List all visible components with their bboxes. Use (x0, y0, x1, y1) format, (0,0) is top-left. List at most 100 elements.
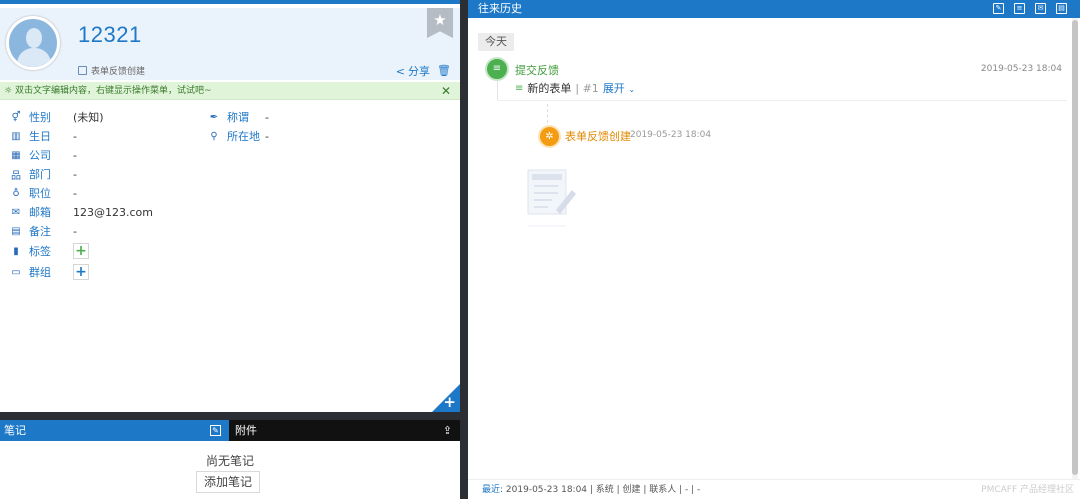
field-label: 部门 (29, 168, 51, 181)
field-gender[interactable]: ⚥ 性别 (未知) (0, 108, 104, 126)
field-label: 备注 (29, 225, 51, 238)
create-icon: ✲ (538, 125, 561, 148)
field-value[interactable]: - (73, 130, 77, 143)
field-department[interactable]: 品 部门 - (0, 165, 77, 183)
field-label: 群组 (29, 266, 51, 279)
event-title[interactable]: 提交反馈 (515, 62, 559, 78)
field-remark[interactable]: ▤ 备注 - (0, 222, 77, 240)
today-tag: 今天 (478, 33, 514, 51)
edit-icon[interactable]: ✎ (210, 425, 221, 436)
event-detail: ≡ 新的表单 | #1 展开 ⌄ (515, 80, 635, 96)
gender-icon: ⚥ (11, 111, 21, 123)
contact-name[interactable]: 12321 (78, 22, 142, 48)
building-icon: ▦ (11, 149, 21, 161)
expand-label: 展开 (602, 82, 625, 95)
trash-icon[interactable]: 🗑 (437, 64, 451, 77)
cake-icon: ▥ (11, 130, 21, 142)
field-tags: ▮ 标签 + (0, 242, 89, 260)
add-group-button[interactable]: + (73, 264, 89, 280)
history-header: 往来历史 ✎ ≡ ✉ ▤ (468, 0, 1080, 18)
field-label: 所在地 (227, 130, 260, 143)
empty-notes-text: 尚无笔记 (205, 454, 254, 468)
upload-icon[interactable]: ⇪ (443, 420, 452, 441)
share-icon: < (395, 64, 405, 78)
comment-icon: ▤ (11, 225, 21, 237)
field-label: 性别 (29, 111, 51, 124)
edit-icon[interactable]: ✎ (993, 3, 1004, 14)
field-value[interactable]: - (73, 225, 77, 238)
notes-title: 笔记 (4, 424, 26, 437)
field-value[interactable]: 123@123.com (73, 206, 153, 219)
divider (497, 100, 1067, 101)
location-pin-icon: ⚲ (210, 130, 218, 142)
field-label: 公司 (29, 149, 51, 162)
avatar-head-shape (26, 28, 42, 48)
form-illustration-icon (527, 169, 576, 227)
field-value[interactable]: - (73, 187, 77, 200)
star-icon[interactable]: ★ (427, 8, 453, 38)
source-row: 表单反馈创建 (78, 64, 145, 77)
notes-area: 尚无笔记 添加笔记 (0, 441, 460, 499)
sub-event-title[interactable]: 表单反馈创建 (565, 128, 631, 144)
history-panel: 往来历史 ✎ ≡ ✉ ▤ 今天 ≡ 提交反馈 2019-05-23 18:04 … (468, 0, 1080, 499)
medal-icon: ♁ (12, 187, 20, 199)
expand-link[interactable]: 展开 ⌄ (603, 80, 635, 96)
avatar-body-shape (17, 48, 51, 67)
sub-event-time: 2019-05-23 18:04 (630, 130, 712, 140)
attachments-header: 附件 ⇪ (229, 420, 460, 441)
add-note-button[interactable]: 添加笔记 (196, 471, 260, 493)
bookmark-icon: ▮ (13, 245, 19, 257)
folder-icon: ▭ (11, 266, 21, 278)
field-label: 邮箱 (29, 206, 51, 219)
form-name[interactable]: 新的表单 (527, 80, 571, 96)
feather-icon: ✒ (209, 111, 219, 123)
mail-icon[interactable]: ✉ (1035, 3, 1046, 14)
field-label: 称谓 (227, 111, 249, 124)
form-number: | #1 (575, 81, 599, 95)
scrollbar-thumb[interactable] (1072, 20, 1078, 475)
field-value[interactable]: - (73, 168, 77, 181)
org-chart-icon: 品 (11, 170, 21, 182)
close-icon[interactable]: ✕ (441, 82, 451, 100)
plus-icon: + (443, 393, 456, 411)
field-company[interactable]: ▦ 公司 - (0, 146, 77, 164)
event-time: 2019-05-23 18:04 (980, 64, 1062, 74)
field-groups: ▭ 群组 + (0, 263, 89, 281)
share-button[interactable]: < 分享 (396, 63, 430, 79)
field-email[interactable]: ✉ 邮箱 123@123.com (0, 203, 153, 221)
attachments-title: 附件 (235, 424, 257, 437)
field-value[interactable]: - (265, 111, 269, 124)
add-tag-button[interactable]: + (73, 243, 89, 259)
field-value[interactable]: (未知) (73, 109, 104, 125)
form-icon[interactable]: ≡ (1014, 3, 1025, 14)
add-field-button[interactable]: + (432, 384, 460, 412)
field-birthday[interactable]: ▥ 生日 - (0, 127, 77, 145)
field-label: 生日 (29, 130, 51, 143)
mail-icon: ✉ (11, 206, 21, 218)
field-label: 标签 (29, 245, 51, 258)
comment-icon[interactable]: ▤ (1056, 3, 1067, 14)
field-location[interactable]: ⚲ 所在地 - (198, 127, 269, 145)
history-footer: 最近: 2019-05-23 18:04 | 系统 | 创建 | 联系人 | -… (468, 479, 1080, 499)
history-title: 往来历史 (478, 2, 522, 15)
recent-text: 2019-05-23 18:04 | 系统 | 创建 | 联系人 | - | - (505, 485, 701, 495)
field-value[interactable]: - (73, 149, 77, 162)
field-title[interactable]: ✒ 称谓 - (198, 108, 269, 126)
tip-bar: ☼ 双击文字编辑内容，右键显示操作菜单，试试吧~ ✕ (0, 82, 460, 100)
field-value[interactable]: - (265, 130, 269, 143)
contact-header: 12321 ★ 表单反馈创建 < 分享 🗑 (0, 8, 460, 80)
tip-text: 双击文字编辑内容，右键显示操作菜单，试试吧~ (14, 86, 212, 96)
field-position[interactable]: ♁ 职位 - (0, 184, 77, 202)
chevron-down-icon: ⌄ (628, 85, 636, 94)
source-label: 表单反馈创建 (91, 67, 146, 77)
share-label: 分享 (408, 65, 430, 78)
lightbulb-icon: ☼ (4, 86, 13, 96)
watermark: PMCAFF 产品经理社区 (981, 485, 1074, 495)
field-label: 职位 (29, 187, 51, 200)
recent-label: 最近: (482, 485, 504, 495)
notes-header: 笔记 ✎ (0, 420, 229, 441)
form-icon: ≡ (515, 82, 524, 94)
form-submit-icon: ≡ (485, 57, 509, 81)
avatar[interactable] (6, 16, 60, 70)
form-icon (78, 66, 87, 75)
